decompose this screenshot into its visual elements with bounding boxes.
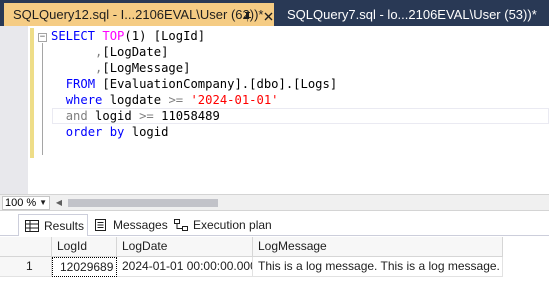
grid-corner-header[interactable] [0,237,52,257]
code-text: logid [131,125,169,139]
zoom-value: 100 % [5,197,37,209]
close-icon-glyph [264,12,273,21]
keyword-select: SELECT [51,29,96,43]
pin-icon-glyph [244,12,251,22]
code-text: logdate [109,93,162,107]
tab-execution-plan[interactable]: Execution plan [172,215,282,235]
grid-cell-logdate[interactable]: 2024-01-01 00:00:00.000 [117,257,253,277]
zoom-select[interactable]: 100 % ▼ [2,196,50,210]
code-line-7: order by logid [51,124,169,140]
editor-status-strip: 100 % ▼ ◀ [0,194,549,211]
results-pane: Results Messages Execution plan LogId Lo… [0,211,549,294]
tab-sqlquery7-label: SQLQuery7.sql - lo...2106EVAL\User (53))… [287,7,537,22]
code-text: [LogDate] [102,45,169,59]
tab-results[interactable]: Results [18,214,88,236]
change-marker [30,28,34,158]
tab-messages-label: Messages [113,218,168,232]
code-text: [LogMessage] [102,61,191,75]
execution-plan-icon [174,219,188,231]
keyword-from: FROM [65,77,96,91]
code-text: (1) [LogId] [124,29,206,43]
keyword-order-by: order by [65,125,125,139]
code-line-5: where logdate >= '2024-01-01' [51,92,279,108]
keyword-and: and [65,109,88,123]
document-tab-bar: SQLQuery12.sql - I...2106EVAL\User (62))… [0,0,549,26]
chevron-down-icon: ▼ [39,198,47,207]
code-line-3: ,[LogMessage] [51,60,190,76]
grid-icon [25,219,39,232]
column-header-logid[interactable]: LogId [52,237,117,257]
scroll-left-icon[interactable]: ◀ [54,197,64,209]
horizontal-scrollbar-thumb[interactable] [68,199,218,207]
tab-sqlquery12[interactable]: SQLQuery12.sql - I...2106EVAL\User (62))… [4,3,274,26]
tab-messages[interactable]: Messages [92,215,168,235]
outline-guide [42,43,43,155]
keyword-where: where [65,93,103,107]
results-tab-strip: Results Messages Execution plan [0,211,549,236]
close-icon[interactable] [261,9,276,24]
operator-gte: >= [139,109,154,123]
line-number-gutter [0,26,28,194]
code-line-4: FROM [EvaluationCompany].[dbo].[Logs] [51,76,338,92]
code-text: 11058489 [161,109,220,123]
tab-sqlquery12-label: SQLQuery12.sql - I...2106EVAL\User (62))… [13,7,264,22]
grid-cell-logmessage[interactable]: This is a log message. This is a log mes… [253,257,503,277]
query-editor[interactable]: − SELECT TOP(1) [LogId] ,[LogDate] ,[Log… [0,26,549,194]
messages-icon [95,219,106,231]
grid-cell-logid[interactable]: 12029689 [52,257,117,277]
tab-results-label: Results [44,218,85,233]
tab-execution-plan-label: Execution plan [193,218,272,232]
results-grid: LogId LogDate LogMessage 1 12029689 2024… [0,237,549,294]
function-top: TOP [102,29,125,43]
tab-sqlquery7[interactable]: SQLQuery7.sql - lo...2106EVAL\User (53))… [278,3,549,26]
collapse-outline-icon[interactable]: − [38,33,47,42]
pin-icon[interactable] [240,9,255,24]
code-line-1: SELECT TOP(1) [LogId] [51,28,205,44]
code-text: [EvaluationCompany].[dbo].[Logs] [102,77,338,91]
code-line-2: ,[LogDate] [51,44,168,60]
column-header-logmessage[interactable]: LogMessage [253,237,503,257]
string-literal: '2024-01-01' [190,93,279,107]
column-header-logdate[interactable]: LogDate [117,237,253,257]
code-line-6: and logid >= 11058489 [51,108,220,124]
row-header[interactable]: 1 [0,257,52,277]
code-text: logid [95,109,132,123]
operator-gte: >= [168,93,184,107]
